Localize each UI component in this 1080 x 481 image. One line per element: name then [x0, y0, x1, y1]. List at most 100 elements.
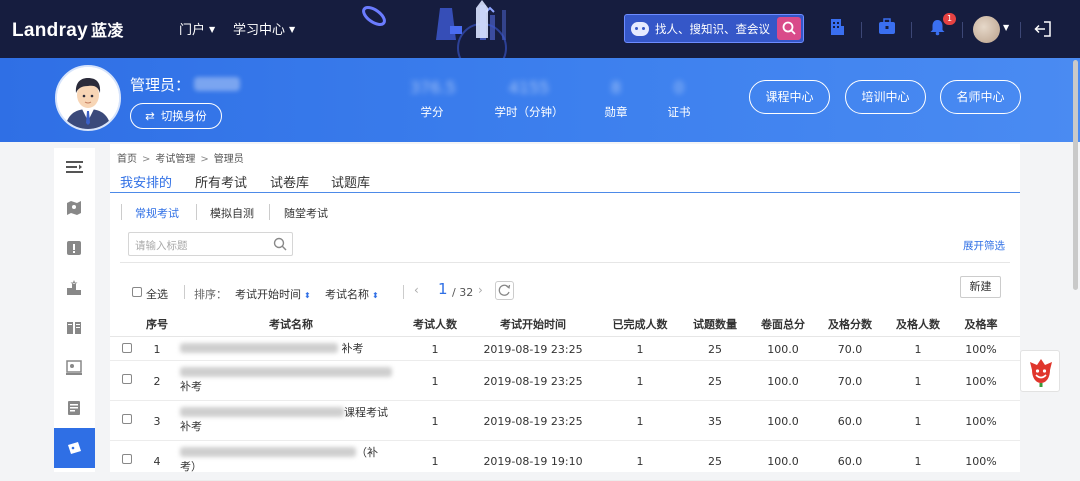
- sort-by-name[interactable]: 考试名称 ⬍: [325, 286, 379, 302]
- admin-name: 管理员：: [130, 74, 241, 95]
- tab-paper-library[interactable]: 试卷库: [270, 172, 309, 191]
- col-passed-count: 及格人数: [896, 318, 940, 331]
- page-scrollbar[interactable]: [1073, 60, 1078, 290]
- training-center-button[interactable]: 培训中心: [845, 80, 926, 114]
- tab-my-arranged[interactable]: 我安排的: [120, 172, 172, 191]
- briefcase-icon[interactable]: [878, 18, 896, 35]
- redacted-text: [180, 407, 344, 417]
- floating-assistant-button[interactable]: [1020, 350, 1060, 392]
- breadcrumb-home[interactable]: 首页: [117, 154, 137, 165]
- row-checkbox[interactable]: [122, 414, 132, 424]
- sidebar-item-alerts[interactable]: [54, 228, 95, 268]
- expand-filter-link[interactable]: 展开筛选: [963, 238, 1005, 253]
- new-exam-button[interactable]: 新建: [960, 276, 1001, 298]
- cell-question-count: 35: [708, 415, 722, 428]
- cell-index: 2: [153, 375, 161, 388]
- subtab-regular-exam[interactable]: 常规考试: [135, 205, 179, 221]
- table-row[interactable]: 2 补考 1 2019-08-19 23:25 1 25 100.0 70.0 …: [110, 361, 1020, 401]
- subtab-class-quiz[interactable]: 随堂考试: [284, 205, 328, 221]
- total-pages: / 32: [452, 286, 474, 299]
- sidebar-item-teacher[interactable]: [54, 348, 95, 388]
- robot-icon: [631, 22, 649, 36]
- tab-all-exams[interactable]: 所有考试: [195, 172, 247, 191]
- subtab-separator: [196, 204, 197, 220]
- sidebar-item-book[interactable]: [54, 308, 95, 348]
- cell-examinees: 1: [431, 415, 439, 428]
- cell-index: 3: [153, 415, 161, 428]
- prev-page-icon[interactable]: ‹: [414, 283, 419, 297]
- sort-by-start-time[interactable]: 考试开始时间 ⬍: [235, 286, 311, 302]
- user-avatar-illustration: [57, 67, 119, 129]
- cell-start-time: 2019-08-19 23:25: [483, 343, 583, 356]
- table-row[interactable]: 4 （补 考） 1 2019-08-19 19:10 1 25 100.0 60.…: [110, 441, 1020, 481]
- brand-logo[interactable]: Landray 蓝凌: [12, 17, 124, 42]
- user-avatar-small[interactable]: [973, 16, 1000, 43]
- search-icon[interactable]: [273, 237, 287, 251]
- caret-down-icon[interactable]: ▼: [1003, 23, 1009, 32]
- table-row[interactable]: 1 补考 1 2019-08-19 23:25 1 25 100.0 70.0 …: [110, 337, 1020, 361]
- refresh-icon: [498, 284, 511, 296]
- subtab-mock-test[interactable]: 模拟自测: [210, 205, 254, 221]
- col-index: 序号: [146, 318, 168, 331]
- main-tabs: 我安排的 所有考试 试卷库 试题库: [110, 170, 1020, 193]
- search-placeholder: 找人、搜知识、查会议: [655, 22, 770, 36]
- main-panel: 首页 > 考试管理 > 管理员 我安排的 所有考试 试卷库 试题库 常规考试 模拟自测 …: [110, 144, 1020, 481]
- search-button[interactable]: [777, 17, 801, 40]
- global-search[interactable]: 找人、搜知识、查会议: [624, 14, 804, 43]
- row-checkbox[interactable]: [122, 454, 132, 464]
- select-all-checkbox[interactable]: [132, 287, 142, 297]
- cell-total-score: 100.0: [767, 415, 799, 428]
- list-toolbar: 全选 排序： 考试开始时间 ⬍ 考试名称 ⬍ ‹ 1 / 32 ›: [110, 278, 1020, 306]
- sort-icon: ⬍: [372, 291, 379, 300]
- switch-identity-button[interactable]: ⇄ 切换身份: [130, 103, 222, 129]
- row-checkbox[interactable]: [122, 374, 132, 384]
- cell-pass-score: 70.0: [837, 343, 863, 356]
- teacher-center-button[interactable]: 名师中心: [940, 80, 1021, 114]
- cell-question-count: 25: [708, 343, 722, 356]
- refresh-button[interactable]: [495, 281, 514, 300]
- chevron-right-icon: >: [200, 154, 209, 165]
- cell-examinees: 1: [431, 455, 439, 468]
- next-page-icon[interactable]: ›: [478, 283, 483, 297]
- menu-collapse-icon: [66, 161, 83, 173]
- col-start-time: 考试开始时间: [500, 318, 566, 331]
- col-pass-rate: 及格率: [964, 318, 998, 331]
- user-avatar[interactable]: [55, 65, 121, 131]
- course-center-button[interactable]: 课程中心: [749, 80, 830, 114]
- nav-menu-portal[interactable]: 门户 ▼: [179, 19, 215, 38]
- cell-pass-rate: 100%: [965, 415, 997, 428]
- cell-question-count: 25: [708, 375, 722, 388]
- book-icon: [67, 322, 81, 334]
- search-placeholder: 请输入标题: [135, 240, 188, 252]
- sidebar-item-trophy[interactable]: [54, 268, 95, 308]
- table-header: 序号 考试名称 考试人数 考试开始时间 已完成人数 试题数量 卷面总分 及格分数…: [110, 310, 1020, 337]
- document-icon: [68, 401, 80, 415]
- table-row[interactable]: 3 课程考试 补考 1 2019-08-19 23:25 1 35 100.0 6…: [110, 401, 1020, 441]
- cell-exam-name[interactable]: 补考: [180, 366, 400, 394]
- tab-question-library[interactable]: 试题库: [331, 172, 370, 191]
- col-examinees: 考试人数: [413, 318, 457, 331]
- cell-exam-name[interactable]: 课程考试 补考: [180, 406, 400, 434]
- cell-index: 4: [153, 455, 161, 468]
- sidebar-item-exam[interactable]: [54, 428, 95, 468]
- cell-completed: 1: [636, 415, 644, 428]
- title-search-input[interactable]: 请输入标题: [128, 232, 293, 256]
- header-decoration: [362, 0, 507, 58]
- row-checkbox[interactable]: [122, 343, 132, 353]
- sidebar-item-document[interactable]: [54, 388, 95, 428]
- nav-menu-learning-center[interactable]: 学习中心 ▼: [233, 19, 295, 38]
- select-all-label[interactable]: 全选: [146, 286, 168, 302]
- cell-pass-rate: 100%: [965, 455, 997, 468]
- breadcrumb-exam-management[interactable]: 考试管理: [155, 154, 195, 165]
- logout-icon[interactable]: [1034, 20, 1052, 38]
- building-icon[interactable]: [829, 18, 845, 36]
- cell-exam-name[interactable]: 补考: [180, 342, 400, 356]
- cell-exam-name[interactable]: （补 考）: [180, 446, 400, 474]
- current-page: 1: [438, 280, 448, 298]
- search-icon: [782, 21, 796, 35]
- sidebar-item-map[interactable]: [54, 188, 95, 228]
- sidebar-collapse-toggle[interactable]: [54, 148, 95, 188]
- toolbar-separator: [184, 285, 185, 299]
- cell-index: 1: [153, 343, 161, 356]
- filter-divider: [120, 262, 1010, 263]
